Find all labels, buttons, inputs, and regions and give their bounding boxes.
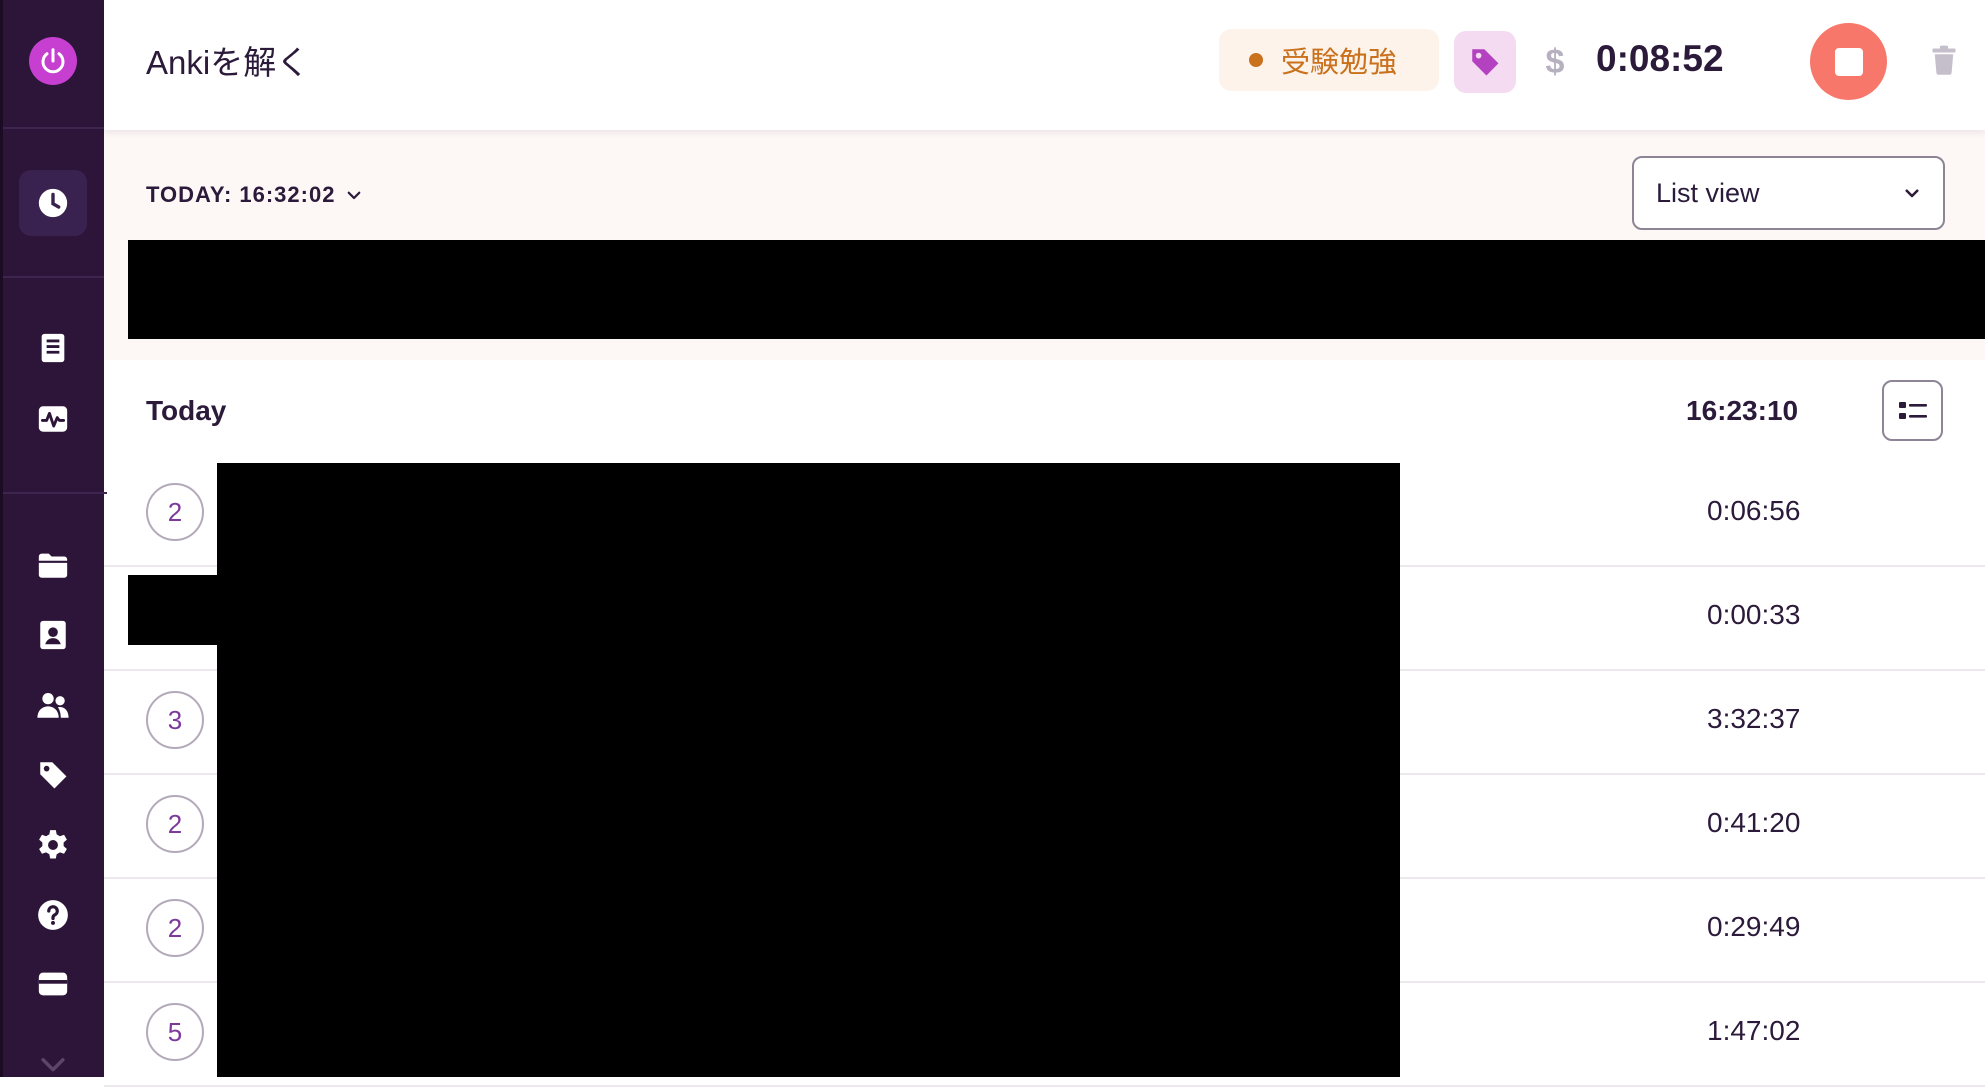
tag-icon[interactable] bbox=[27, 749, 79, 801]
entry-duration[interactable]: 0:29:49 bbox=[1707, 911, 1800, 943]
project-color-dot bbox=[1249, 53, 1263, 67]
billable-button[interactable]: $ bbox=[1535, 38, 1575, 86]
list-group-icon bbox=[1898, 401, 1927, 419]
entry-count-badge[interactable]: 2 bbox=[146, 795, 204, 853]
dollar-icon: $ bbox=[1545, 42, 1565, 81]
date-range-label: TODAY: 16:32:02 bbox=[146, 182, 336, 207]
chevron-down-icon bbox=[348, 191, 361, 200]
running-timer: 0:08:52 bbox=[1596, 38, 1724, 79]
entry-duration[interactable]: 0:06:56 bbox=[1707, 495, 1800, 527]
tag-button[interactable] bbox=[1454, 31, 1516, 93]
time-entry-list: Today 16:23:10 2 0:06:56 0:00:33 3 3:32:… bbox=[104, 360, 1985, 1087]
entry-duration[interactable]: 3:32:37 bbox=[1707, 703, 1800, 735]
folder-icon[interactable] bbox=[27, 539, 79, 591]
help-icon[interactable] bbox=[27, 889, 79, 941]
sidebar-divider bbox=[3, 276, 107, 278]
sidebar-divider bbox=[3, 492, 107, 494]
clock-icon[interactable] bbox=[19, 170, 87, 236]
redacted-area bbox=[128, 240, 1985, 339]
report-icon[interactable] bbox=[27, 322, 79, 374]
team-icon[interactable] bbox=[27, 679, 79, 731]
sidebar bbox=[0, 0, 107, 1077]
entry-duration[interactable]: 1:47:02 bbox=[1707, 1015, 1800, 1047]
date-bar: TODAY: 16:32:02 List view bbox=[104, 130, 1985, 360]
trash-icon bbox=[1932, 45, 1956, 75]
entry-duration[interactable]: 0:41:20 bbox=[1707, 807, 1800, 839]
redacted-area bbox=[217, 463, 1400, 1077]
group-entries-toggle[interactable] bbox=[1882, 380, 1943, 441]
stop-button[interactable] bbox=[1810, 23, 1887, 100]
client-icon[interactable] bbox=[27, 609, 79, 661]
project-selector[interactable]: 受験勉強 bbox=[1219, 29, 1439, 91]
power-icon[interactable] bbox=[29, 37, 77, 85]
view-mode-select[interactable]: List view bbox=[1632, 156, 1945, 230]
entry-count-badge[interactable]: 2 bbox=[146, 899, 204, 957]
entry-count-badge[interactable]: 3 bbox=[146, 691, 204, 749]
gear-icon[interactable] bbox=[27, 819, 79, 871]
sidebar-divider bbox=[3, 127, 107, 129]
task-description-input[interactable]: Ankiを解く bbox=[146, 36, 309, 84]
stop-icon bbox=[1834, 47, 1863, 76]
day-total-duration: 16:23:10 bbox=[1686, 395, 1799, 426]
entry-count-badge[interactable]: 5 bbox=[146, 1003, 204, 1061]
tag-icon bbox=[1472, 49, 1499, 76]
day-group-header: Today 16:23:10 bbox=[104, 360, 1985, 463]
date-range-picker[interactable]: TODAY: 16:32:02 bbox=[146, 182, 363, 208]
redacted-area bbox=[128, 575, 220, 645]
project-name: 受験勉強 bbox=[1281, 47, 1398, 79]
chevron-down-icon[interactable] bbox=[27, 1038, 79, 1090]
timer-bar: Ankiを解く 受験勉強 $ 0:08:52 bbox=[104, 0, 1985, 130]
entry-duration[interactable]: 0:00:33 bbox=[1707, 599, 1800, 631]
chevron-down-icon bbox=[1905, 189, 1919, 198]
entry-count-badge[interactable]: 2 bbox=[146, 483, 204, 541]
view-mode-value: List view bbox=[1656, 177, 1760, 208]
billing-icon[interactable] bbox=[27, 958, 79, 1010]
discard-button[interactable] bbox=[1926, 42, 1962, 78]
day-title: Today bbox=[146, 395, 227, 426]
activity-icon[interactable] bbox=[27, 393, 79, 445]
